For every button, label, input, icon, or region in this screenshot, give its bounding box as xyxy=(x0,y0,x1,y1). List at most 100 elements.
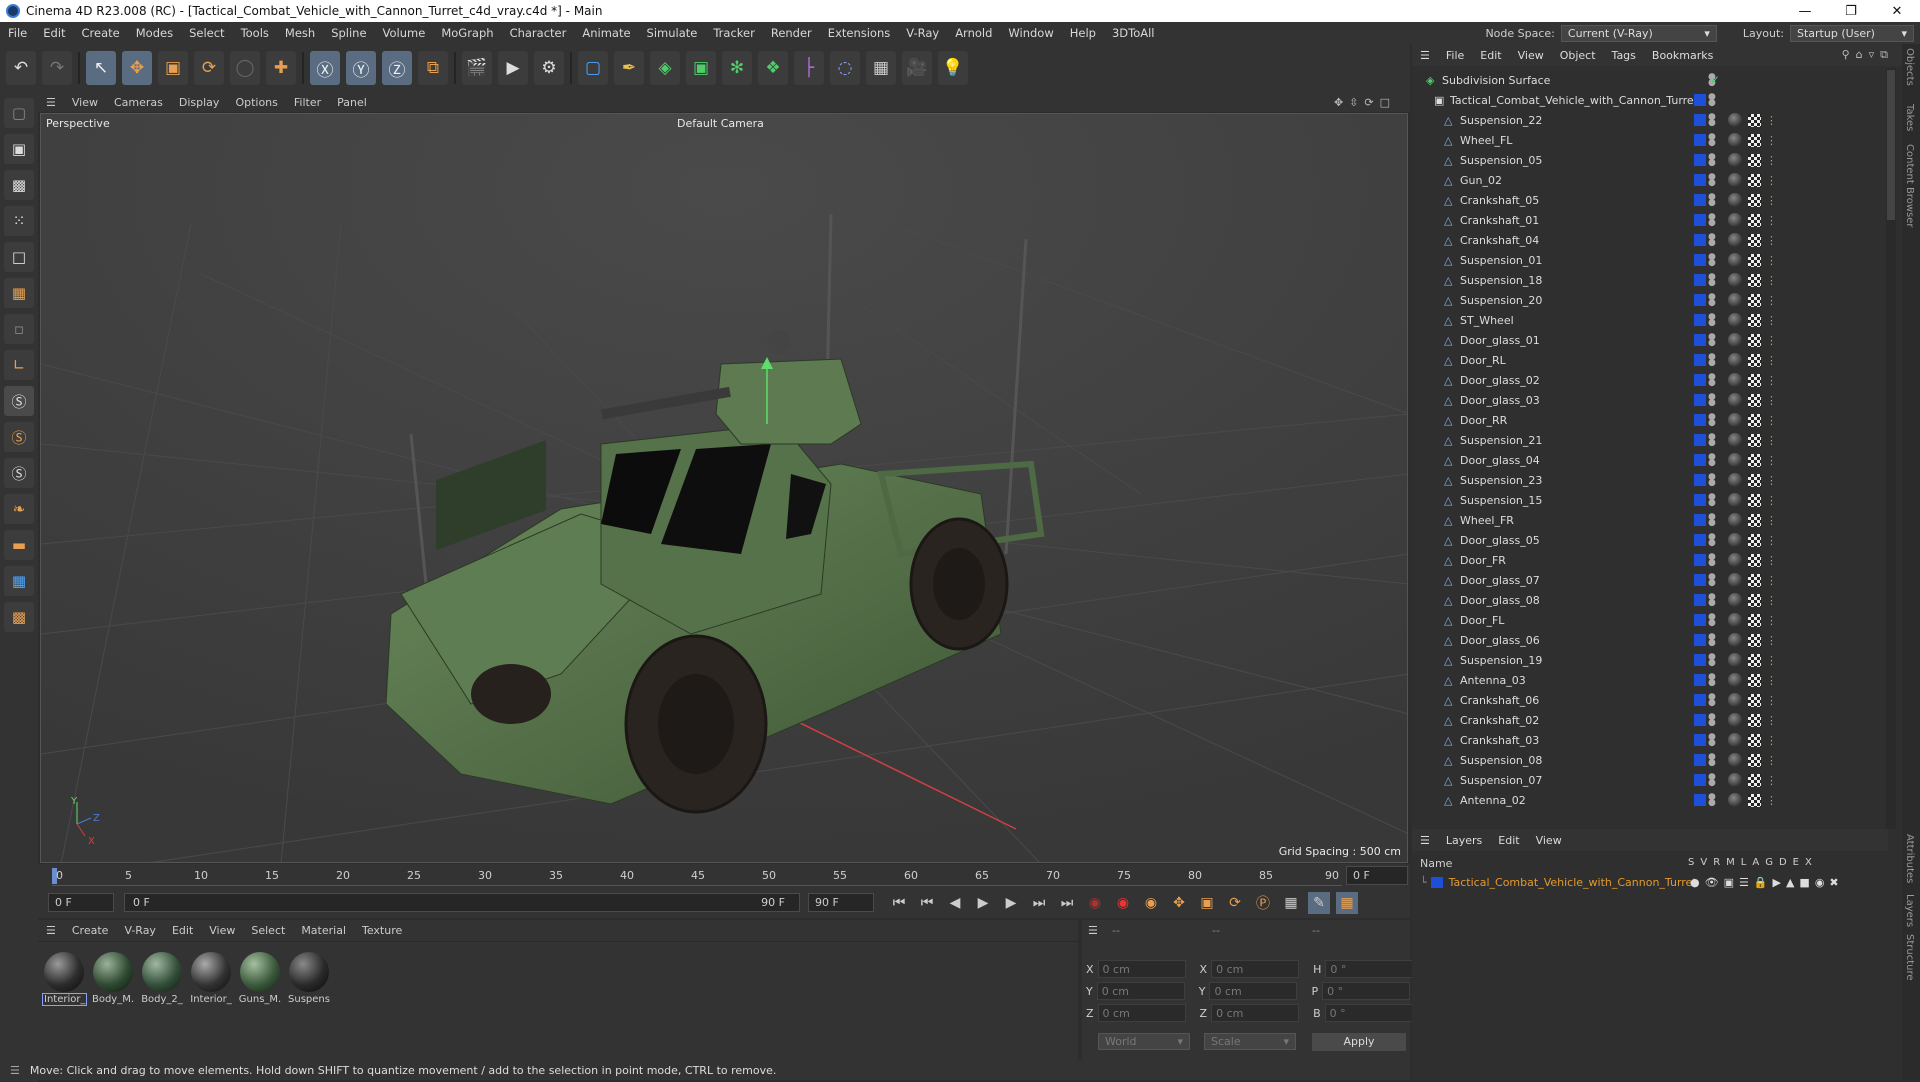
rotation-b-field[interactable]: 0 ° xyxy=(1324,1004,1413,1022)
material-tag-icon[interactable] xyxy=(1728,553,1742,567)
timeline-track[interactable]: 0 5 10 15 20 25 30 35 40 45 50 55 60 65 … xyxy=(52,866,1342,886)
object-scrollbar[interactable] xyxy=(1886,68,1896,868)
object-name[interactable]: Antenna_03 xyxy=(1460,674,1526,687)
objects-toolbar-icons[interactable]: ⚲⌂▿⧉ xyxy=(1842,48,1902,62)
selection-tag-icon[interactable]: ⋮ xyxy=(1766,714,1777,727)
object-row[interactable]: △ Suspension_01 ● ● ⋮ xyxy=(1412,250,1882,270)
light-icon[interactable]: 💡 xyxy=(938,51,968,85)
material-menu-view[interactable]: View xyxy=(201,924,243,937)
object-row[interactable]: △ Door_FL ● ● ⋮ xyxy=(1412,610,1882,630)
texture-tag-icon[interactable] xyxy=(1748,593,1761,607)
material-tag-icon[interactable] xyxy=(1728,373,1742,387)
viewport-menu-panel[interactable]: Panel xyxy=(329,96,375,109)
selection-tag-icon[interactable]: ⋮ xyxy=(1766,134,1777,147)
side-tab-layers[interactable]: Layers xyxy=(1904,894,1915,927)
material-tag-icon[interactable] xyxy=(1728,273,1742,287)
hamburger-icon[interactable]: ☰ xyxy=(1412,49,1438,62)
material-tag-icon[interactable] xyxy=(1728,213,1742,227)
texture-tag-icon[interactable] xyxy=(1748,293,1761,307)
timeline-ruler[interactable]: 0 5 10 15 20 25 30 35 40 45 50 55 60 65 … xyxy=(38,864,1410,888)
minimize-icon[interactable]: — xyxy=(1782,4,1828,19)
object-name[interactable]: Door_RL xyxy=(1460,354,1506,367)
viewport-menu-view[interactable]: View xyxy=(64,96,106,109)
lock-workplane-icon[interactable]: ▩ xyxy=(4,602,34,632)
material-tag-icon[interactable] xyxy=(1728,753,1742,767)
hamburger-icon[interactable]: ☰ xyxy=(38,924,64,937)
object-name[interactable]: Crankshaft_04 xyxy=(1460,234,1539,247)
visibility-dots-icon[interactable]: ● ● xyxy=(1708,493,1716,508)
material-tag-icon[interactable] xyxy=(1728,593,1742,607)
selection-tag-icon[interactable]: ⋮ xyxy=(1766,514,1777,527)
layer-color-swatch[interactable] xyxy=(1694,514,1706,526)
coordinate-system-icon[interactable]: ⧉ xyxy=(418,51,448,85)
layer-color-swatch[interactable] xyxy=(1694,474,1706,486)
layer-color-swatch[interactable] xyxy=(1694,534,1706,546)
layer-color-swatch[interactable] xyxy=(1694,774,1706,786)
texture-tag-icon[interactable] xyxy=(1748,733,1761,747)
selection-tag-icon[interactable]: ⋮ xyxy=(1766,634,1777,647)
go-to-start-icon[interactable]: ⏮ xyxy=(888,892,910,914)
material-tag-icon[interactable] xyxy=(1728,713,1742,727)
texture-tag-icon[interactable] xyxy=(1748,693,1761,707)
texture-tag-icon[interactable] xyxy=(1748,453,1761,467)
fcurve-icon[interactable]: ▦ xyxy=(1336,892,1358,914)
object-row[interactable]: △ Suspension_22 ● ● ⋮ xyxy=(1412,110,1882,130)
select-tool-icon[interactable]: ↖ xyxy=(86,51,116,85)
texture-tag-icon[interactable] xyxy=(1748,353,1761,367)
selection-tag-icon[interactable]: ⋮ xyxy=(1766,614,1777,627)
undo-icon[interactable]: ↶ xyxy=(6,51,36,85)
scale-tool-icon[interactable]: ▣ xyxy=(158,51,188,85)
layers-menu-edit[interactable]: Edit xyxy=(1490,834,1527,847)
object-row[interactable]: △ Suspension_05 ● ● ⋮ xyxy=(1412,150,1882,170)
material-tag-icon[interactable] xyxy=(1728,633,1742,647)
visibility-dots-icon[interactable]: ● ● xyxy=(1708,773,1716,788)
go-to-end-icon[interactable]: ⏭ xyxy=(1056,892,1078,914)
texture-tag-icon[interactable] xyxy=(1748,173,1761,187)
side-tab-takes[interactable]: Takes xyxy=(1904,104,1915,131)
visibility-dots-icon[interactable]: ● ● xyxy=(1708,673,1716,688)
selection-tag-icon[interactable]: ⋮ xyxy=(1766,694,1777,707)
viewport-camera-label[interactable]: Default Camera xyxy=(677,117,764,130)
layer-color-swatch[interactable] xyxy=(1694,634,1706,646)
material-tag-icon[interactable] xyxy=(1728,673,1742,687)
object-row[interactable]: △ ST_Wheel ● ● ⋮ xyxy=(1412,310,1882,330)
object-name[interactable]: Door_FR xyxy=(1460,554,1506,567)
object-row[interactable]: △ Door_glass_05 ● ● ⋮ xyxy=(1412,530,1882,550)
visibility-dots-icon[interactable]: ● ● xyxy=(1708,113,1716,128)
render-view-icon[interactable]: 🎬 xyxy=(462,51,492,85)
object-name[interactable]: Door_glass_01 xyxy=(1460,334,1540,347)
objects-menu-tags[interactable]: Tags xyxy=(1604,49,1644,62)
object-name[interactable]: Crankshaft_01 xyxy=(1460,214,1539,227)
material-menu-vray[interactable]: V-Ray xyxy=(116,924,164,937)
object-name[interactable]: Door_glass_03 xyxy=(1460,394,1540,407)
texture-tag-icon[interactable] xyxy=(1748,413,1761,427)
menu-3dtoall[interactable]: 3DToAll xyxy=(1104,26,1163,40)
layer-color-swatch[interactable] xyxy=(1694,694,1706,706)
side-tab-structure[interactable]: Structure xyxy=(1904,934,1915,981)
texture-tag-icon[interactable] xyxy=(1748,513,1761,527)
texture-tag-icon[interactable] xyxy=(1748,473,1761,487)
floor-icon[interactable]: ▦ xyxy=(866,51,896,85)
visibility-dots-icon[interactable]: ● ● xyxy=(1708,253,1716,268)
material-tag-icon[interactable] xyxy=(1728,133,1742,147)
visibility-dots-icon[interactable]: ● ● xyxy=(1708,453,1716,468)
texture-tag-icon[interactable] xyxy=(1748,213,1761,227)
object-row[interactable]: △ Suspension_20 ● ● ⋮ xyxy=(1412,290,1882,310)
material-tag-icon[interactable] xyxy=(1728,233,1742,247)
object-row[interactable]: △ Door_glass_07 ● ● ⋮ xyxy=(1412,570,1882,590)
object-name[interactable]: Subdivision Surface xyxy=(1442,74,1550,87)
visibility-dots-icon[interactable]: ● ● xyxy=(1708,233,1716,248)
texture-tag-icon[interactable] xyxy=(1748,433,1761,447)
visibility-dots-icon[interactable]: ● ● xyxy=(1708,173,1716,188)
texture-tag-icon[interactable] xyxy=(1748,373,1761,387)
visibility-dots-icon[interactable]: ● ● xyxy=(1708,333,1716,348)
material-menu-select[interactable]: Select xyxy=(243,924,293,937)
menu-tools[interactable]: Tools xyxy=(233,26,277,40)
objects-menu-view[interactable]: View xyxy=(1510,49,1552,62)
object-root-row[interactable]: ◈ Subdivision Surface ● ● ✓ xyxy=(1412,70,1882,90)
object-name[interactable]: Crankshaft_03 xyxy=(1460,734,1539,747)
visibility-dots-icon[interactable]: ● ● xyxy=(1708,713,1716,728)
object-name[interactable]: Gun_02 xyxy=(1460,174,1502,187)
selection-tag-icon[interactable]: ⋮ xyxy=(1766,254,1777,267)
menu-help[interactable]: Help xyxy=(1062,26,1104,40)
